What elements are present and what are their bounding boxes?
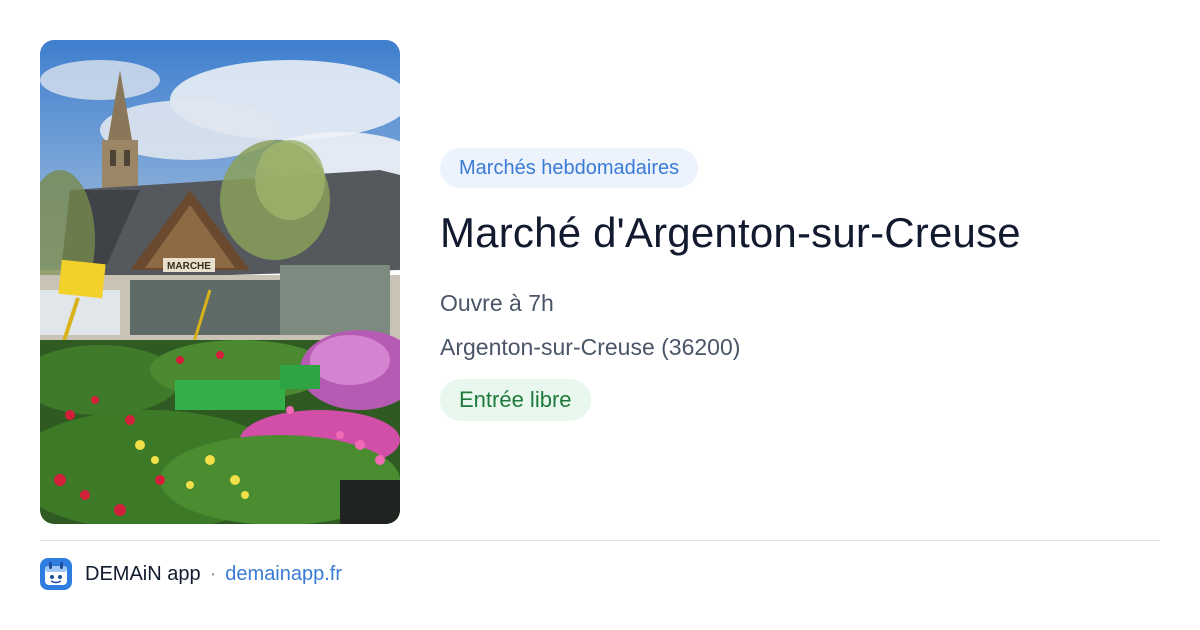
market-sign: MARCHE (167, 261, 211, 272)
footer-divider (40, 540, 1160, 541)
event-details: Marchés hebdomadaires Marché d'Argenton-… (440, 148, 1160, 421)
app-logo-icon (40, 558, 72, 590)
market-photo: MARCHE (40, 40, 400, 524)
opening-hours: Ouvre à 7h (440, 290, 554, 316)
category-chip[interactable]: Marchés hebdomadaires (440, 148, 699, 188)
price-badge: Entrée libre (440, 379, 591, 421)
share-card: MARCHE Marchés hebdomadaires Marché d'Ar… (0, 0, 1200, 630)
app-domain-link[interactable]: demainapp.fr (225, 563, 342, 586)
footer-separator: · (209, 562, 217, 585)
event-title: Marché d'Argenton-sur-Creuse (440, 209, 1021, 256)
app-name: DEMAiN app (85, 562, 201, 585)
footer: DEMAiN app · demainapp.fr (40, 558, 342, 590)
event-location: Argenton-sur-Creuse (36200) (440, 334, 741, 360)
